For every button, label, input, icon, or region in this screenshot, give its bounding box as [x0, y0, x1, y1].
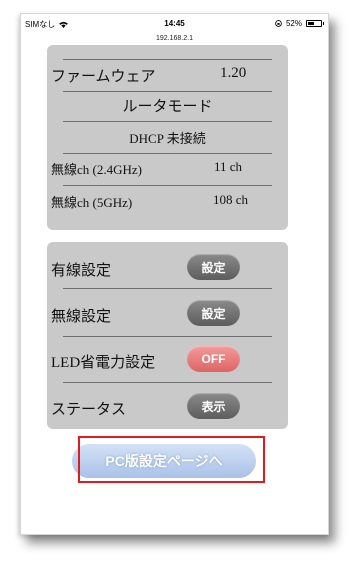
channel-5-value: 108 ch [213, 192, 249, 207]
status-label: ステータス [51, 402, 127, 418]
divider [63, 59, 272, 60]
wired-settings-button[interactable]: 設定 [187, 254, 240, 280]
divider [63, 336, 272, 337]
firmware-value: 1.20 [220, 65, 247, 81]
mode-row: ルータモード [51, 95, 284, 116]
battery-icon [306, 20, 324, 27]
address-bar-url[interactable]: 192.168.2.1 [21, 35, 328, 42]
status-right: 52% [275, 19, 324, 28]
wireless-settings-label: 無線設定 [51, 309, 112, 325]
dhcp-row: DHCP 未接続 [51, 128, 284, 147]
dhcp-status-text: DHCP 未接続 [129, 131, 206, 146]
channel-24-value: 11 ch [214, 159, 243, 174]
divider [63, 91, 272, 92]
firmware-label: ファームウェア [51, 69, 156, 85]
firmware-row: ファームウェア 1.20 [51, 65, 284, 85]
channel-24-label: 無線ch (2.4GHz) [51, 162, 142, 177]
battery-percent: 52% [285, 19, 302, 28]
led-power-saving-toggle[interactable]: OFF [187, 346, 240, 372]
led-power-saving-label: LED省電力設定 [51, 355, 156, 371]
divider [63, 382, 272, 383]
router-info-panel: ファームウェア 1.20 ルータモード DHCP 未接続 無線ch (2.4GH… [47, 45, 288, 230]
rotation-lock-icon [275, 20, 282, 27]
divider [63, 121, 272, 122]
settings-panel: 有線設定 設定 無線設定 設定 LED省電力設定 OFF ステータス 表示 [47, 242, 288, 429]
divider [63, 288, 272, 289]
highlight-box [78, 436, 265, 483]
wired-settings-label: 有線設定 [51, 263, 112, 279]
router-mode-text: ルータモード [122, 99, 213, 115]
status-show-button[interactable]: 表示 [187, 393, 240, 419]
divider [63, 185, 272, 186]
channel-5-label: 無線ch (5GHz) [51, 195, 133, 210]
divider [63, 153, 272, 154]
wireless-settings-button[interactable]: 設定 [187, 300, 240, 326]
